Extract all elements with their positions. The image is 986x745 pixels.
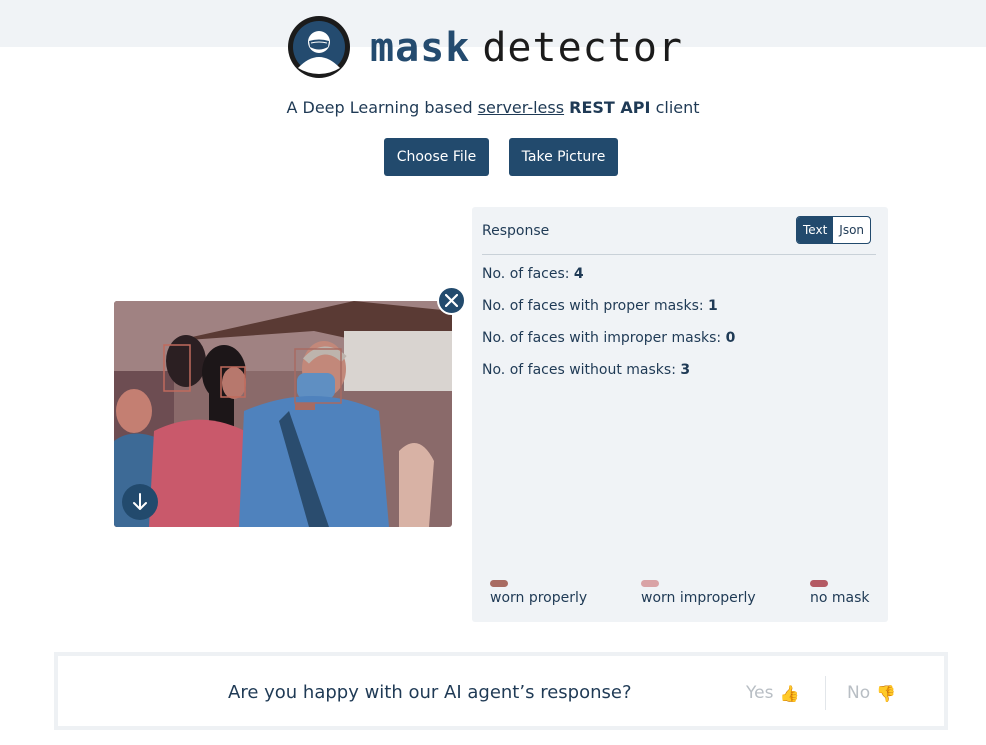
legend-no-mask: no mask bbox=[810, 580, 870, 606]
legend-worn-improperly: worn improperly bbox=[641, 580, 756, 606]
stat-label: No. of faces: bbox=[482, 266, 574, 282]
stat-without-masks: No. of faces without masks: 3 bbox=[482, 362, 690, 378]
arrow-down-icon bbox=[133, 493, 147, 510]
feedback-yes-label: Yes bbox=[746, 683, 774, 703]
download-image-button[interactable] bbox=[122, 484, 158, 520]
legend-swatch bbox=[810, 580, 828, 587]
legend-swatch bbox=[490, 580, 508, 587]
feedback-no-label: No bbox=[847, 683, 871, 703]
legend-label: worn properly bbox=[490, 590, 588, 606]
panel-divider bbox=[482, 254, 876, 255]
photo bbox=[114, 301, 452, 527]
legend-label: worn improperly bbox=[641, 590, 756, 606]
stat-value: 4 bbox=[573, 266, 584, 282]
brand-word-detector: detector bbox=[482, 25, 683, 71]
close-icon bbox=[445, 294, 458, 307]
stat-value: 0 bbox=[725, 330, 736, 346]
thumbs-down-icon: 👎 bbox=[876, 683, 897, 703]
tagline: A Deep Learning based server-less REST A… bbox=[0, 98, 986, 117]
stat-faces: No. of faces: 4 bbox=[482, 266, 584, 282]
toggle-text[interactable]: Text bbox=[797, 217, 834, 243]
brand: mask detector bbox=[288, 16, 683, 78]
remove-image-button[interactable] bbox=[437, 286, 466, 315]
take-picture-button[interactable]: Take Picture bbox=[509, 138, 618, 176]
server-less-link[interactable]: server-less bbox=[478, 98, 564, 117]
legend-worn-properly: worn properly bbox=[490, 580, 587, 606]
legend-swatch bbox=[641, 580, 659, 587]
tagline-suffix: client bbox=[650, 98, 700, 117]
feedback-separator bbox=[825, 676, 826, 710]
legend-label: no mask bbox=[810, 590, 870, 606]
tagline-bold: REST API bbox=[569, 98, 651, 117]
tagline-prefix: A Deep Learning based bbox=[286, 98, 478, 117]
stat-label: No. of faces with proper masks: bbox=[482, 298, 709, 314]
response-panel: Response Text Json No. of faces: 4 No. o… bbox=[472, 207, 888, 622]
choose-file-button[interactable]: Choose File bbox=[384, 138, 489, 176]
thumbs-up-icon: 👍 bbox=[779, 683, 800, 703]
feedback-bar: Are you happy with our AI agent’s respon… bbox=[54, 652, 948, 730]
app-title: mask detector bbox=[370, 26, 683, 68]
stat-label: No. of faces with improper masks: bbox=[482, 330, 726, 346]
feedback-no-button[interactable]: No 👎 bbox=[847, 683, 896, 703]
uploaded-image-preview bbox=[114, 301, 452, 527]
format-toggle: Text Json bbox=[796, 216, 872, 244]
toggle-json[interactable]: Json bbox=[833, 217, 870, 243]
stat-value: 3 bbox=[680, 362, 691, 378]
stat-label: No. of faces without masks: bbox=[482, 362, 681, 378]
stat-value: 1 bbox=[708, 298, 718, 314]
brand-word-mask: mask bbox=[370, 25, 471, 71]
masked-person-logo-icon bbox=[288, 16, 350, 78]
stat-improper-masks: No. of faces with improper masks: 0 bbox=[482, 330, 735, 346]
feedback-yes-button[interactable]: Yes 👍 bbox=[746, 683, 799, 703]
response-title: Response bbox=[482, 223, 550, 239]
stat-proper-masks: No. of faces with proper masks: 1 bbox=[482, 298, 718, 314]
feedback-question: Are you happy with our AI agent’s respon… bbox=[228, 682, 632, 703]
